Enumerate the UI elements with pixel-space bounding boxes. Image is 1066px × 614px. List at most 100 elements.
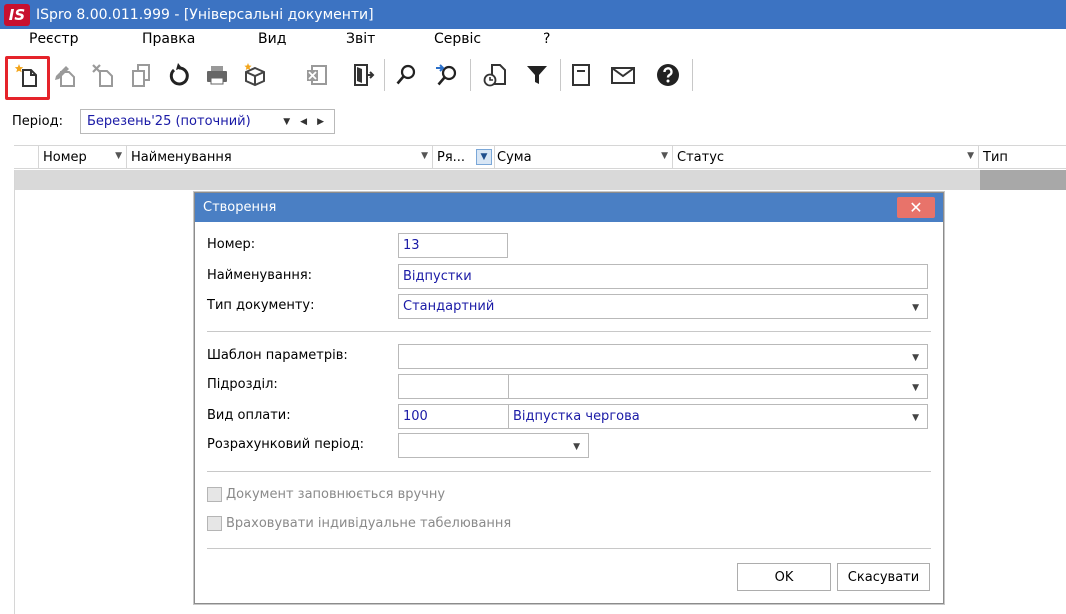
close-button[interactable]: ✕ [897,197,935,218]
edit-icon [55,66,75,87]
division-select[interactable]: ▼ [508,374,928,399]
checkbox-box[interactable] [207,516,222,531]
mail-button[interactable] [605,57,641,93]
help-button[interactable] [650,57,686,93]
table-row[interactable] [14,170,980,190]
toolbar-separator [560,59,561,91]
dialog-title: Створення [203,200,277,215]
arrow-right-icon[interactable]: ▶ [317,117,324,127]
calcperiod-select[interactable]: ▼ [398,433,589,458]
number-field[interactable]: 13 [398,233,508,258]
document-history-button[interactable] [477,57,513,93]
toolbar-separator [470,59,471,91]
filter-active-icon[interactable]: ▼ [476,149,492,165]
checkbox-box[interactable] [207,487,222,502]
period-select[interactable]: Березень'25 (поточний) ▼ ◀ ▶ [80,109,335,134]
menu-edit[interactable]: Правка [142,31,195,47]
chevron-down-icon[interactable]: ▼ [912,303,919,313]
menu-report[interactable]: Звіт [346,31,375,47]
calcperiod-label: Розрахунковий період: [207,437,364,452]
search-next-button[interactable] [428,57,464,93]
copy-icon [132,64,150,87]
print-button[interactable] [199,57,235,93]
menu-registry[interactable]: Реєстр [29,31,78,47]
ok-button[interactable]: OK [737,563,831,591]
edit-button[interactable] [47,57,83,93]
create-dialog: Створення ✕ Номер: 13 Найменування: Відп… [194,192,944,604]
division-label: Підрозділ: [207,377,278,392]
column-row[interactable]: Ря... ▼ [432,146,494,168]
chevron-down-icon[interactable]: ▼ [283,117,290,127]
individual-timesheet-checkbox[interactable]: Враховувати індивідуальне табелювання [207,516,511,531]
exit-button[interactable] [345,57,381,93]
exit-icon [354,64,375,86]
number-value: 13 [403,238,420,253]
name-value: Відпустки [403,269,472,284]
filter-button[interactable] [519,57,555,93]
template-label: Шаблон параметрів: [207,348,348,363]
chevron-down-icon[interactable]: ▼ [573,442,580,452]
column-status[interactable]: Статус ▼ [672,146,978,168]
paytype-select[interactable]: Відпустка чергова ▼ [508,404,928,429]
search-next-icon [436,64,457,86]
paytype-code-value: 100 [403,409,428,424]
search-button[interactable] [388,57,424,93]
menu-service[interactable]: Сервіс [434,31,481,47]
chevron-down-icon[interactable]: ▼ [912,353,919,363]
divider [207,471,931,472]
name-field[interactable]: Відпустки [398,264,928,289]
arrow-left-icon[interactable]: ◀ [300,117,307,127]
individual-timesheet-label: Враховувати індивідуальне табелювання [226,516,512,531]
new-document-button[interactable] [9,57,45,93]
filter-dropdown-icon[interactable]: ▼ [115,151,122,161]
chevron-down-icon[interactable]: ▼ [912,413,919,423]
print-icon [207,66,227,85]
name-label: Найменування: [207,268,313,283]
menu-help[interactable]: ? [543,31,550,47]
filter-dropdown-icon[interactable]: ▼ [967,151,974,161]
refresh-button[interactable] [161,57,197,93]
column-number[interactable]: Номер ▼ [38,146,126,168]
help-icon [657,64,679,86]
menu-bar: Реєстр Правка Вид Звіт Сервіс ? [0,29,1066,51]
filter-dropdown-icon[interactable]: ▼ [661,151,668,161]
mail-icon [611,67,635,84]
division-code-field[interactable] [398,374,509,399]
divider [207,331,931,332]
period-label: Період: [12,114,63,129]
dialog-titlebar: Створення ✕ [195,193,943,222]
column-sum-label: Сума [497,149,532,165]
doctype-select[interactable]: Стандартний ▼ [398,294,928,319]
menu-view[interactable]: Вид [258,31,286,47]
form-icon [572,64,590,86]
chevron-down-icon[interactable]: ▼ [912,383,919,393]
excel-export-button[interactable] [299,57,335,93]
form-button[interactable] [563,57,599,93]
column-number-label: Номер [43,149,87,165]
toolbar [0,53,1066,97]
template-select[interactable]: ▼ [398,344,928,369]
column-status-label: Статус [677,149,725,165]
grid-border [14,170,15,614]
close-icon: ✕ [909,198,923,217]
period-value: Березень'25 (поточний) [87,114,251,129]
column-type-label: Тип [983,149,1008,165]
cancel-button[interactable]: Скасувати [837,563,930,591]
copy-button[interactable] [123,57,159,93]
column-name[interactable]: Найменування ▼ [126,146,432,168]
number-label: Номер: [207,237,256,252]
grid-header: Номер ▼ Найменування ▼ Ря... ▼ Сума ▼ Ст… [14,145,1066,169]
doctype-label: Тип документу: [207,298,315,313]
delete-button[interactable] [85,57,121,93]
package-button[interactable] [237,57,273,93]
package-icon [244,63,265,87]
column-sum[interactable]: Сума ▼ [494,146,672,168]
column-type[interactable]: Тип [978,146,1066,168]
filter-dropdown-icon[interactable]: ▼ [421,151,428,161]
manual-fill-checkbox[interactable]: Документ заповнюється вручну [207,487,445,502]
search-icon [396,64,416,85]
paytype-code-field[interactable]: 100 [398,404,509,429]
table-row-cell[interactable] [980,170,1066,190]
column-name-label: Найменування [131,149,232,165]
window-titlebar: IS ISpro 8.00.011.999 - [Універсальні до… [0,0,1066,29]
